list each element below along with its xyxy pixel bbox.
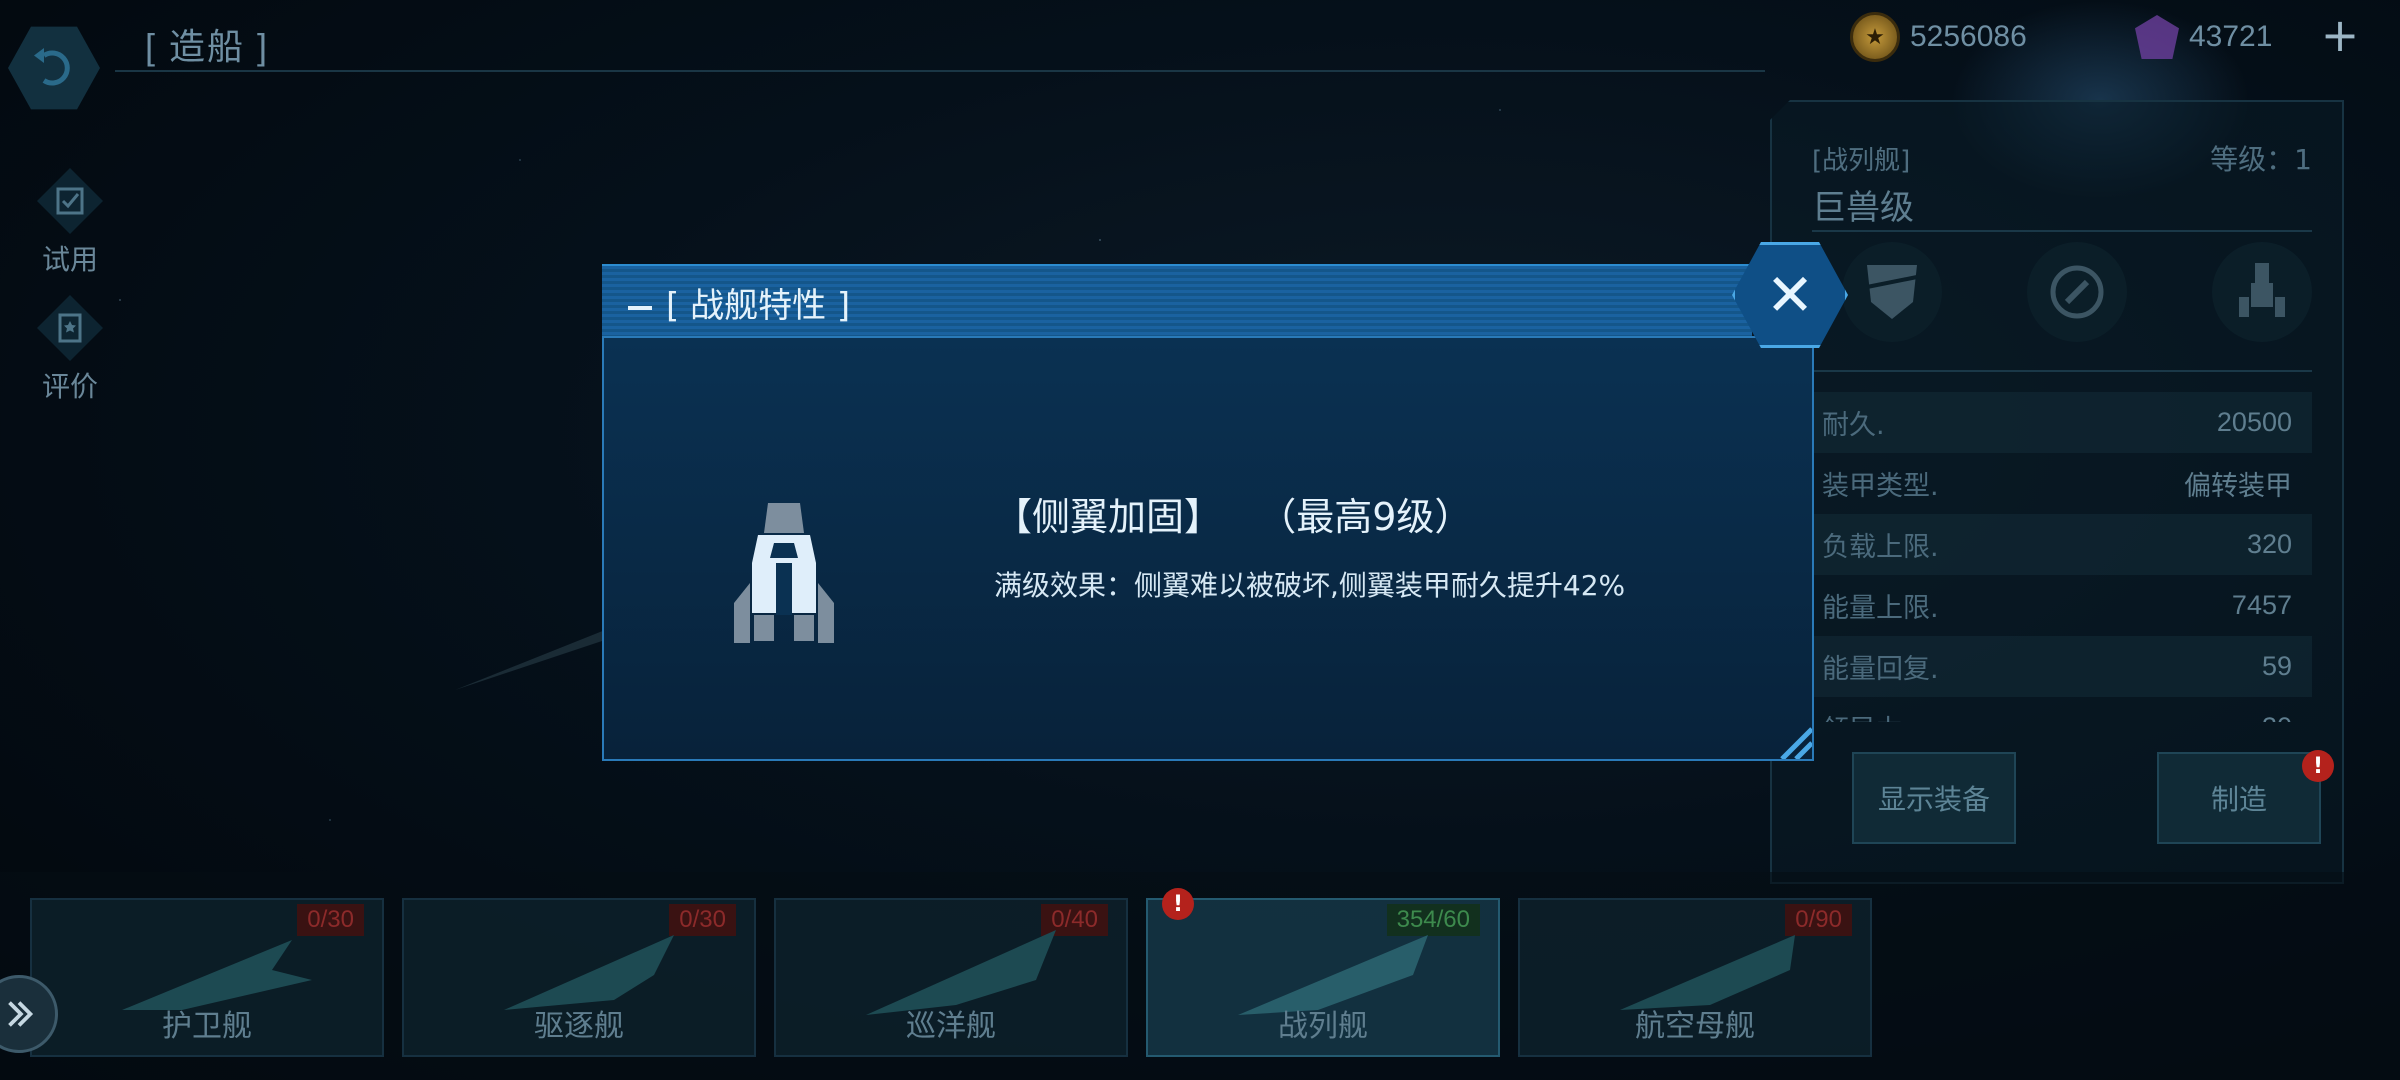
build-button[interactable]: 制造 (2157, 752, 2321, 844)
dialog-header: [ 战舰特性 ] (602, 264, 1752, 338)
tab-label: 战列舰 (1278, 1009, 1368, 1044)
stat-label: 装甲类型. (1822, 471, 1939, 502)
stat-value: 7457 (2231, 590, 2292, 620)
show-equipment-button[interactable]: 显示装备 (1852, 752, 2016, 844)
gem-amount: 43721 (2189, 20, 2273, 53)
stat-row: 耐久. 20500 (1812, 392, 2312, 453)
stat-value: 30 (2262, 712, 2292, 722)
stat-value: 320 (2246, 529, 2292, 559)
review-button[interactable]: 评价 (30, 295, 110, 405)
gold-currency: ★ 5256086 (1850, 12, 2027, 62)
stat-row: 装甲类型. 偏转装甲 (1812, 453, 2312, 514)
tab-label: 巡洋舰 (906, 1009, 996, 1044)
stat-row: 能量上限. 7457 (1812, 575, 2312, 636)
review-icon (37, 295, 103, 361)
gold-amount: 5256086 (1910, 20, 2027, 53)
skill-name: 【侧翼加固】 （最高9级） (994, 495, 1473, 539)
stat-row: 负载上限. 320 (1812, 514, 2312, 575)
panel-divider (1812, 370, 2312, 372)
stat-value: 20500 (2216, 407, 2292, 437)
gold-coin-icon: ★ (1850, 12, 1900, 62)
tab-label: 航空母舰 (1635, 1009, 1755, 1044)
tab-carrier[interactable]: 0/90 航空母舰 (1518, 898, 1872, 1057)
tab-battleship[interactable]: 354/60 战列舰 (1146, 898, 1500, 1057)
tab-frigate[interactable]: 0/30 护卫舰 (30, 898, 384, 1057)
compass-trait-icon[interactable] (2027, 242, 2127, 342)
battleship-alert-badge: ! (1162, 888, 1194, 920)
header-divider (115, 70, 1765, 72)
stat-label: 负载上限. (1822, 532, 1939, 563)
ship-trait-icons (1842, 242, 2312, 342)
dialog-body: 【侧翼加固】 （最高9级） 满级效果：侧翼难以被破坏,侧翼装甲耐久提升42% (602, 336, 1814, 761)
stat-row: 能量回复. 59 (1812, 636, 2312, 697)
stat-label: 耐久. (1822, 410, 1885, 441)
shield-trait-icon[interactable] (1842, 242, 1942, 342)
checkbox-icon (37, 168, 103, 234)
ship-trait-dialog: [ 战舰特性 ] 【侧翼加固】 （最高9级） 满级效果：侧翼难以被破坏,侧翼装甲… (602, 242, 1848, 766)
stat-value: 偏转装甲 (2184, 471, 2292, 501)
flank-armor-skill-icon (734, 503, 834, 643)
flank-armor-trait-icon[interactable] (2212, 242, 2312, 342)
ship-name: 巨兽级 (1812, 188, 1914, 228)
add-currency-button[interactable]: + (2300, 8, 2380, 62)
close-icon: ✕ (1765, 261, 1815, 329)
stat-label: 领导力. (1822, 708, 1912, 722)
review-label: 评价 (41, 370, 98, 403)
build-alert-badge: ! (2302, 750, 2334, 782)
gem-currency: 43721 (2135, 12, 2272, 62)
trial-button[interactable]: 试用 (30, 168, 110, 278)
stat-label: 能量上限. (1822, 593, 1939, 624)
tab-label: 护卫舰 (162, 1009, 252, 1044)
dialog-title: [ 战舰特性 ] (628, 278, 850, 327)
back-button[interactable] (8, 26, 100, 110)
dialog-title-text: [ 战舰特性 ] (666, 286, 851, 326)
ship-stats-list: 耐久. 20500 装甲类型. 偏转装甲 负载上限. 320 能量上限. 7457 能量… (1812, 392, 2312, 722)
page-title: [ 造船 ] (145, 26, 270, 67)
gem-icon (2135, 15, 2179, 59)
back-arrow-icon (34, 48, 70, 86)
ship-info-panel: [战列舰] 等级：1 巨兽级 耐久. 20500 装甲类型. 偏转装甲 负载上限. 3… (1770, 100, 2344, 884)
ship-type: [战列舰] (1812, 146, 1911, 176)
tab-destroyer[interactable]: 0/30 驱逐舰 (402, 898, 756, 1057)
tab-cruiser[interactable]: 0/40 巡洋舰 (774, 898, 1128, 1057)
trial-label: 试用 (41, 243, 98, 276)
double-chevron-icon (8, 1001, 34, 1027)
skill-description: 满级效果：侧翼难以被破坏,侧翼装甲耐久提升42% (994, 569, 1626, 602)
stat-label: 能量回复. (1822, 654, 1939, 685)
title-dash-icon (628, 305, 652, 310)
plus-icon: + (2320, 8, 2360, 62)
stat-value: 59 (2261, 651, 2292, 681)
panel-divider (1812, 230, 2312, 232)
stat-row: 领导力. 30 (1812, 697, 2312, 722)
tab-label: 驱逐舰 (534, 1009, 624, 1044)
ship-level: 等级：1 (2210, 143, 2312, 176)
corner-decoration-icon (1780, 727, 1812, 759)
